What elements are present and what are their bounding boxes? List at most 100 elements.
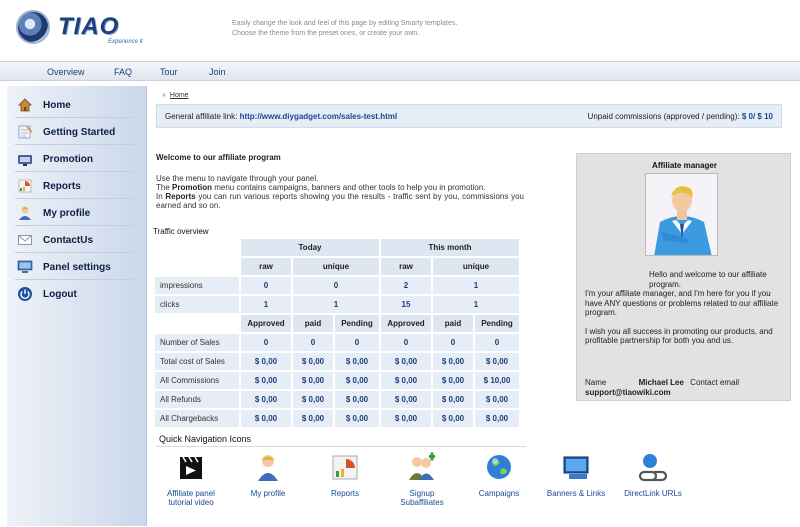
table-cell[interactable]: $ 0,00 bbox=[433, 353, 473, 370]
row-label: All Chargebacks bbox=[155, 410, 239, 427]
table-cell[interactable]: 0 bbox=[475, 334, 519, 351]
table-cell[interactable]: $ 0,00 bbox=[381, 391, 431, 408]
table-cell[interactable]: $ 0,00 bbox=[293, 353, 333, 370]
manager-paragraph1: I'm your affiliate manager, and I'm here… bbox=[585, 289, 779, 317]
banner-icon bbox=[563, 456, 589, 479]
table-cell[interactable]: $ 0,00 bbox=[475, 391, 519, 408]
table-cell[interactable]: $ 0,00 bbox=[335, 391, 379, 408]
sidebar-item-panel-settings[interactable]: Panel settings bbox=[15, 254, 133, 280]
quicknav-label: My profile bbox=[229, 489, 307, 498]
table-cell[interactable]: $ 10,00 bbox=[475, 372, 519, 389]
header-note-line2: Choose the theme from the preset ones, o… bbox=[232, 30, 420, 37]
sidebar-menu: Home Getting Started Promotion Reports M… bbox=[7, 86, 147, 526]
header-unique: unique bbox=[293, 258, 379, 275]
manager-avatar bbox=[645, 173, 718, 256]
table-cell[interactable]: $ 0,00 bbox=[475, 410, 519, 427]
table-cell[interactable]: $ 0,00 bbox=[293, 372, 333, 389]
unpaid-commissions: Unpaid commissions (approved / pending):… bbox=[588, 112, 773, 121]
sidebar-item-label: Logout bbox=[43, 289, 77, 300]
table-cell[interactable]: 0 bbox=[293, 334, 333, 351]
table-cell[interactable]: $ 0,00 bbox=[335, 353, 379, 370]
table-cell[interactable]: 15 bbox=[381, 296, 431, 313]
manager-title: Affiliate manager bbox=[652, 161, 717, 170]
sidebar-item-my-profile[interactable]: My profile bbox=[15, 200, 133, 226]
manager-paragraph2: I wish you all success in promoting our … bbox=[585, 326, 773, 346]
quicknav-tutorial-video[interactable]: Affiliate panel tutorial video bbox=[152, 452, 230, 507]
table-cell[interactable]: $ 0,00 bbox=[381, 372, 431, 389]
quicknav-label-line1: DirectLink URLs bbox=[624, 489, 682, 498]
power-icon bbox=[18, 287, 32, 301]
table-cell[interactable]: 0 bbox=[293, 277, 379, 294]
table-cell[interactable]: 0 bbox=[335, 334, 379, 351]
manager-email-value[interactable]: support@tiaowiki.com bbox=[585, 388, 671, 397]
sidebar-item-home[interactable]: Home bbox=[15, 92, 133, 118]
topnav-join[interactable]: Join bbox=[209, 67, 226, 77]
table-cell[interactable]: $ 0,00 bbox=[241, 410, 291, 427]
table-cell[interactable]: $ 0,00 bbox=[381, 410, 431, 427]
table-cell[interactable]: $ 0,00 bbox=[433, 372, 473, 389]
table-cell[interactable]: 0 bbox=[381, 334, 431, 351]
header-unique: unique bbox=[433, 258, 519, 275]
table-cell[interactable]: 0 bbox=[241, 334, 291, 351]
quicknav-reports[interactable]: Reports bbox=[306, 452, 384, 498]
table-cell[interactable]: 1 bbox=[293, 296, 379, 313]
table-cell[interactable]: 1 bbox=[241, 296, 291, 313]
topnav-faq[interactable]: FAQ bbox=[114, 67, 132, 77]
header-raw: raw bbox=[241, 258, 291, 275]
quicknav-label-line1: Signup bbox=[409, 489, 435, 498]
table-cell[interactable]: $ 0,00 bbox=[241, 353, 291, 370]
table-cell[interactable]: 0 bbox=[241, 277, 291, 294]
sidebar-item-reports[interactable]: Reports bbox=[15, 173, 133, 199]
welcome-line2: The Promotion menu contains campaigns, b… bbox=[156, 183, 524, 192]
header-status: paid bbox=[293, 315, 333, 332]
table-cell-blank bbox=[155, 239, 239, 256]
quicknav-label: Campaigns bbox=[460, 489, 538, 498]
table-cell[interactable]: $ 0,00 bbox=[433, 391, 473, 408]
table-cell[interactable]: 2 bbox=[381, 277, 431, 294]
header-raw: raw bbox=[381, 258, 431, 275]
table-cell-blank bbox=[155, 258, 239, 275]
sidebar-item-contactus[interactable]: ContactUs bbox=[15, 227, 133, 253]
table-cell[interactable]: $ 0,00 bbox=[433, 410, 473, 427]
logo-emblem-icon bbox=[16, 10, 50, 44]
row-label: All Refunds bbox=[155, 391, 239, 408]
breadcrumb-home-link[interactable]: Home bbox=[170, 92, 189, 99]
user-icon bbox=[258, 455, 278, 481]
table-cell[interactable]: 1 bbox=[433, 277, 519, 294]
quicknav-directlink-urls[interactable]: DirectLink URLs bbox=[614, 452, 692, 498]
header-status: Approved bbox=[381, 315, 431, 332]
quicknav-banners-links[interactable]: Banners & Links bbox=[537, 452, 615, 498]
table-row: Number of Sales 0 0 0 0 0 0 bbox=[155, 334, 519, 351]
table-cell[interactable]: $ 0,00 bbox=[293, 410, 333, 427]
table-cell[interactable]: 1 bbox=[433, 296, 519, 313]
table-cell[interactable]: $ 0,00 bbox=[293, 391, 333, 408]
logo[interactable]: TIAO Experience it bbox=[16, 8, 146, 52]
quicknav-campaigns[interactable]: Campaigns bbox=[460, 452, 538, 498]
header-status: Approved bbox=[241, 315, 291, 332]
table-cell[interactable]: $ 0,00 bbox=[241, 372, 291, 389]
table-cell[interactable]: $ 0,00 bbox=[335, 372, 379, 389]
sidebar-item-promotion[interactable]: Promotion bbox=[15, 146, 133, 172]
sidebar-item-logout[interactable]: Logout bbox=[15, 281, 133, 307]
table-cell[interactable]: $ 0,00 bbox=[241, 391, 291, 408]
manager-name-value: Michael Lee bbox=[638, 378, 684, 387]
row-label: impressions bbox=[155, 277, 239, 294]
quicknav-my-profile[interactable]: My profile bbox=[229, 452, 307, 498]
table-cell[interactable]: $ 0,00 bbox=[381, 353, 431, 370]
table-cell[interactable]: $ 0,00 bbox=[335, 410, 379, 427]
row-label: clicks bbox=[155, 296, 239, 313]
table-cell[interactable]: $ 0,00 bbox=[475, 353, 519, 370]
mail-icon bbox=[18, 235, 32, 245]
affiliate-link-url[interactable]: http://www.diygadget.com/sales-test.html bbox=[240, 112, 398, 121]
topnav-overview[interactable]: Overview bbox=[47, 67, 85, 77]
quicknav-label-line1: Banners & Links bbox=[546, 489, 606, 498]
affiliate-link-row: General affiliate link: http://www.diyga… bbox=[165, 112, 397, 121]
table-row: All Refunds $ 0,00 $ 0,00 $ 0,00 $ 0,00 … bbox=[155, 391, 519, 408]
topnav-tour[interactable]: Tour bbox=[160, 67, 178, 77]
quicknav-signup-subaffiliates[interactable]: Signup Subaffiliates bbox=[383, 452, 461, 507]
top-navigation: Overview FAQ Tour Join bbox=[0, 61, 800, 81]
table-cell[interactable]: 0 bbox=[433, 334, 473, 351]
header-note-line1: Easily change the look and feel of this … bbox=[232, 20, 458, 27]
monitor-icon bbox=[17, 260, 33, 273]
sidebar-item-getting-started[interactable]: Getting Started bbox=[15, 119, 133, 145]
